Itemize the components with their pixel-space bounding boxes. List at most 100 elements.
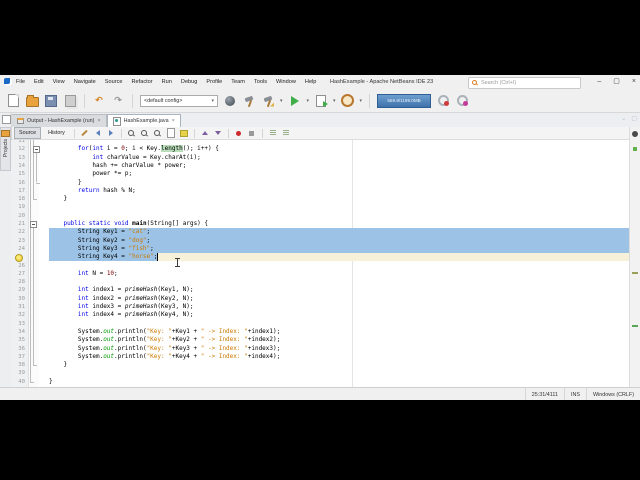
menu-item-navigate[interactable]: Navigate	[74, 79, 96, 85]
start-macro-button[interactable]	[234, 128, 244, 138]
code-line-12[interactable]: for(int i = 0; i < Key.length(); i++) {	[49, 145, 640, 153]
redo-button[interactable]: ↷	[111, 94, 125, 108]
code-line-39[interactable]	[49, 369, 640, 377]
stop-macro-button[interactable]	[247, 128, 257, 138]
maximize-editor-icon[interactable]: ▢	[631, 115, 637, 122]
menu-item-debug[interactable]: Debug	[181, 79, 197, 85]
menu-item-edit[interactable]: Edit	[34, 79, 44, 85]
menu-item-view[interactable]: View	[53, 79, 65, 85]
code-line-25[interactable]: String Key4 = "horse";	[49, 253, 640, 262]
find-next-button[interactable]	[140, 128, 150, 138]
error-badge-icon[interactable]	[632, 131, 638, 137]
code-line-23[interactable]: String Key2 = "dog";	[49, 236, 640, 245]
code-line-32[interactable]: int index4 = primeHash(Key4, N);	[49, 311, 640, 319]
source-view-button[interactable]: Source	[14, 127, 42, 139]
menu-item-window[interactable]: Window	[276, 79, 296, 85]
menu-item-team[interactable]: Team	[231, 79, 245, 85]
vcs-button-1[interactable]	[436, 94, 450, 108]
document-tab-bar: Output - HashExample (run) × HashExample…	[11, 113, 640, 128]
chevron-down-icon[interactable]: ▾	[280, 98, 283, 104]
memory-indicator[interactable]: 559.9/1198.0MB	[377, 93, 432, 108]
line-ending-indicator[interactable]: Windows (CRLF)	[593, 392, 634, 398]
minimize-button[interactable]: –	[597, 75, 601, 89]
chevron-down-icon[interactable]: ▾	[333, 98, 336, 104]
history-view-button[interactable]: History	[44, 128, 69, 138]
projects-folder-icon	[1, 130, 10, 137]
close-tab-icon[interactable]: ×	[172, 118, 175, 124]
code-line-14[interactable]: hash += charValue * power;	[49, 162, 640, 170]
code-fold-column[interactable]	[29, 140, 40, 387]
code-line-17[interactable]: return hash % N;	[49, 187, 640, 195]
deploy-button[interactable]	[223, 94, 237, 108]
close-tab-icon[interactable]: ×	[97, 118, 100, 124]
clean-build-button[interactable]	[261, 94, 275, 108]
code-line-27[interactable]: int N = 10;	[49, 270, 640, 278]
fold-toggle-icon[interactable]	[30, 221, 37, 228]
menu-item-source[interactable]: Source	[105, 79, 123, 85]
close-button[interactable]: ×	[632, 75, 636, 89]
toggle-highlight-button[interactable]	[179, 128, 189, 138]
forward-button[interactable]	[106, 128, 116, 138]
code-editor[interactable]: 11 12 13 14 15 16 17 18 19 20 21 22 23 24 26 27 28 29 30 31…	[11, 140, 640, 387]
code-line-40[interactable]: }	[49, 378, 640, 386]
tab-output[interactable]: Output - HashExample (run) ×	[11, 114, 107, 127]
back-button[interactable]	[93, 128, 103, 138]
code-line-22[interactable]: String Key1 = "cat";	[49, 228, 640, 237]
tab-list-chevron-icon[interactable]: ⌄	[621, 115, 626, 122]
code-line-26[interactable]	[49, 262, 640, 270]
code-line-20[interactable]	[49, 212, 640, 220]
menu-item-run[interactable]: Run	[162, 79, 172, 85]
undo-button[interactable]: ↶	[92, 94, 106, 108]
previous-occurrence-button[interactable]	[200, 128, 210, 138]
code-text-area[interactable]: for(int i = 0; i < Key.length(); i++) { …	[49, 140, 640, 387]
code-line-36[interactable]: System.out.println("Key: "+Key3 + " -> I…	[49, 345, 640, 353]
sidebar-item-projects[interactable]: Projects	[0, 127, 11, 171]
menu-item-refactor[interactable]: Refactor	[132, 79, 153, 85]
insert-mode-indicator[interactable]: INS	[571, 392, 580, 398]
open-project-button[interactable]	[25, 94, 39, 108]
code-line-15[interactable]: power *= p;	[49, 170, 640, 178]
menu-item-profile[interactable]: Profile	[206, 79, 222, 85]
vcs-button-2[interactable]	[455, 94, 469, 108]
find-selection-button[interactable]	[127, 128, 137, 138]
debug-project-button[interactable]	[314, 94, 329, 108]
code-line-16[interactable]: }	[49, 179, 640, 187]
code-line-35[interactable]: System.out.println("Key: "+Key2 + " -> I…	[49, 336, 640, 344]
maximize-button[interactable]: ▢	[613, 75, 620, 89]
chevron-down-icon[interactable]: ▾	[307, 98, 310, 104]
build-project-button[interactable]	[242, 94, 256, 108]
search-input[interactable]: Search (Ctrl+I)	[468, 77, 581, 89]
last-edit-button[interactable]	[80, 128, 90, 138]
profile-project-button[interactable]	[341, 94, 355, 108]
restore-group-button[interactable]	[2, 115, 11, 124]
code-line-19[interactable]	[49, 203, 640, 211]
config-select[interactable]: <default config> ▾	[140, 94, 218, 107]
code-line-30[interactable]: int index2 = primeHash(Key2, N);	[49, 295, 640, 303]
comment-button[interactable]	[268, 128, 278, 138]
tab-hashexample-java[interactable]: HashExample.java ×	[106, 114, 181, 127]
menu-item-tools[interactable]: Tools	[254, 79, 267, 85]
copy-files-button[interactable]	[63, 94, 77, 108]
next-occurrence-button[interactable]	[213, 128, 223, 138]
new-file-button[interactable]	[6, 94, 20, 108]
save-all-button[interactable]	[44, 94, 58, 108]
code-line-24[interactable]: String Key3 = "fish";	[49, 244, 640, 254]
code-line-13[interactable]: int charValue = Key.charAt(i);	[49, 154, 640, 162]
select-in-projects-button[interactable]	[166, 128, 176, 138]
chevron-down-icon[interactable]: ▾	[360, 98, 363, 104]
fold-toggle-icon[interactable]	[33, 146, 40, 154]
menu-item-help[interactable]: Help	[305, 79, 317, 85]
stripe-mark[interactable]	[632, 272, 638, 274]
uncomment-button[interactable]	[281, 128, 291, 138]
code-line-38[interactable]: }	[49, 361, 640, 369]
code-line-33[interactable]	[49, 320, 640, 328]
run-project-button[interactable]	[288, 94, 302, 108]
code-line-37[interactable]: System.out.println("Key: "+Key4 + " -> I…	[49, 353, 640, 361]
menu-item-file[interactable]: File	[16, 79, 25, 85]
find-previous-button[interactable]	[153, 128, 163, 138]
menu-bar: File Edit View Navigate Source Refactor Run Deb…	[16, 75, 316, 89]
code-line-29[interactable]: int index1 = primeHash(Key1, N);	[49, 286, 640, 294]
code-line-18[interactable]: }	[49, 195, 640, 203]
code-line-34[interactable]: System.out.println("Key: "+Key1 + " -> I…	[49, 328, 640, 336]
stripe-mark[interactable]	[632, 325, 638, 327]
